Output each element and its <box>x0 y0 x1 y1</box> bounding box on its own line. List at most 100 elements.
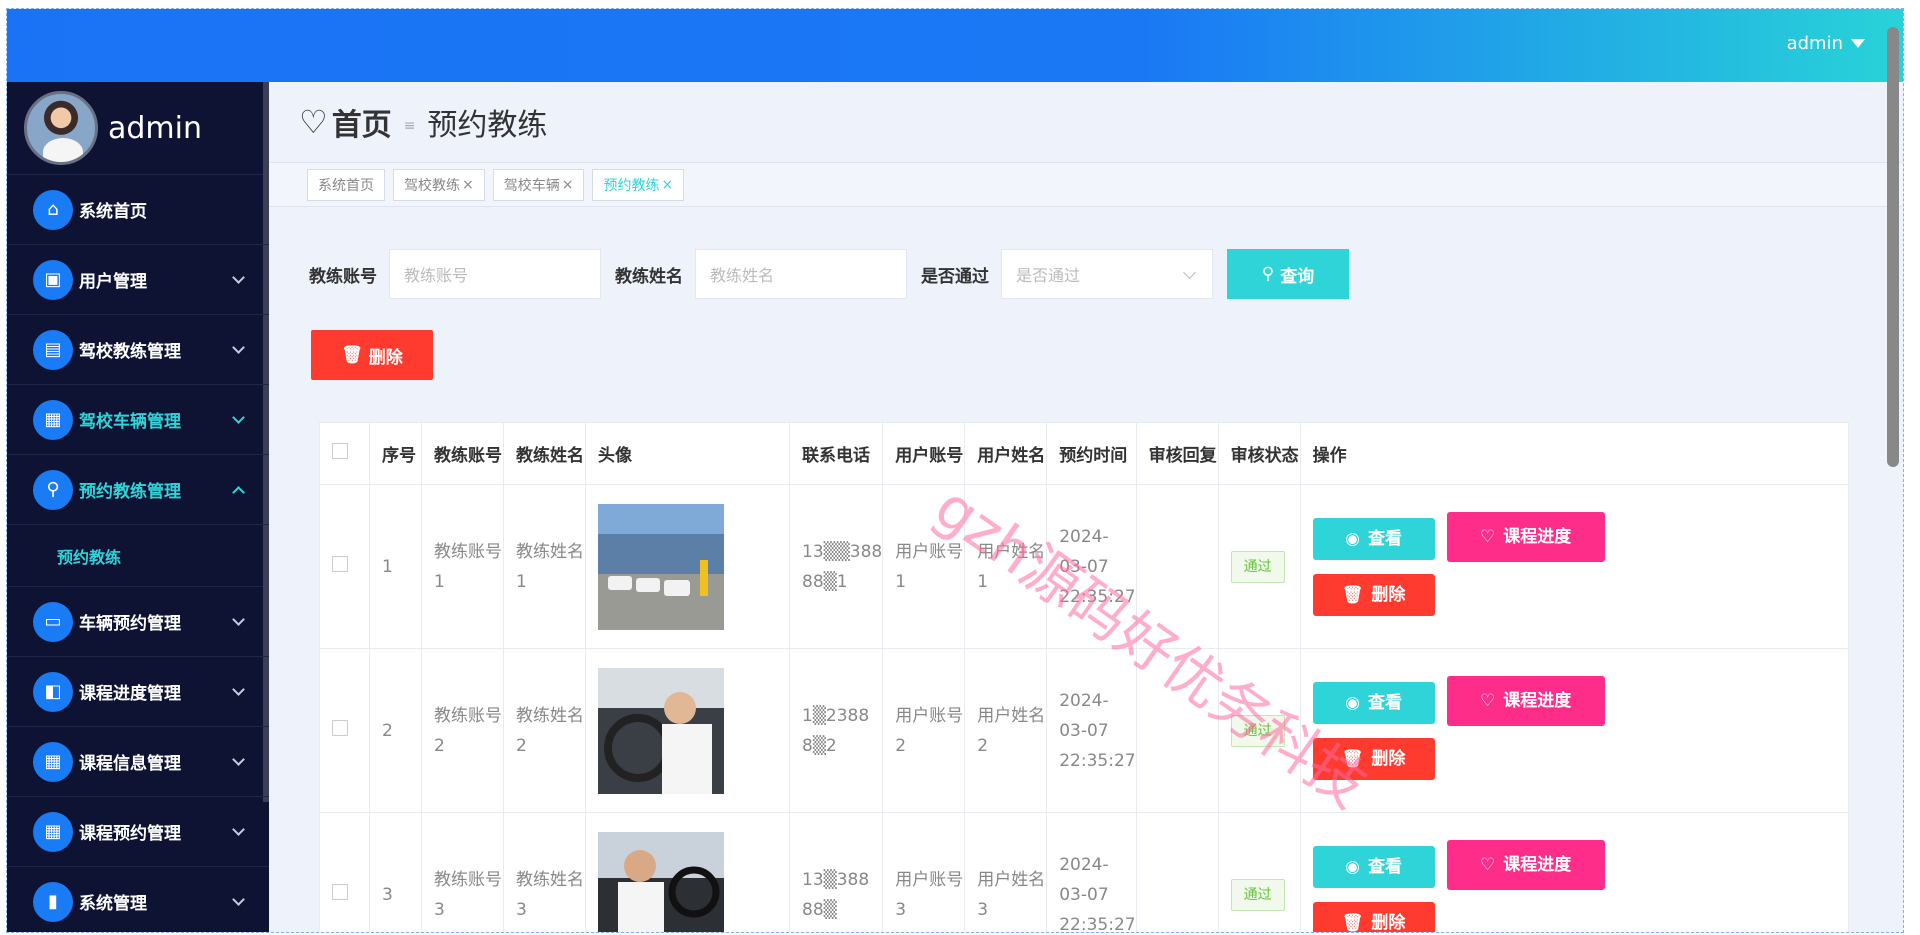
avatar <box>24 91 98 165</box>
status-badge: 通过 <box>1230 550 1285 583</box>
sidebar-item-system[interactable]: ▮ 系统管理 <box>7 867 269 932</box>
heart-icon: ♡ <box>1479 854 1496 875</box>
row-checkbox[interactable] <box>332 555 348 572</box>
page-scrollbar[interactable] <box>1887 27 1899 467</box>
col-header: 审核状态 <box>1217 422 1301 485</box>
course-progress-button[interactable]: ♡ 课程进度 <box>1446 839 1605 890</box>
cell-name: 教练姓名1 <box>503 484 586 649</box>
sidebar-item-course-info[interactable]: ▦ 课程信息管理 <box>7 727 269 797</box>
sidebar-item-vehicles[interactable]: ▦ 驾校车辆管理 <box>7 385 269 455</box>
tag-vehicles[interactable]: 驾校车辆 × <box>492 168 585 201</box>
tags-bar: 系统首页 驾校教练 × 驾校车辆 × 预约教练 × <box>269 162 1903 207</box>
clipboard-icon: ▤ <box>33 329 73 370</box>
user-menu-label: admin <box>1786 33 1843 54</box>
col-header: 操作 <box>1299 422 1850 485</box>
approved-select[interactable]: 是否通过 <box>1001 249 1213 299</box>
close-icon[interactable]: × <box>661 177 673 193</box>
grid-icon: ▦ <box>33 399 73 440</box>
row-checkbox[interactable] <box>332 883 348 900</box>
close-icon[interactable]: × <box>562 177 574 193</box>
sidebar-item-label: 驾校车辆管理 <box>79 412 181 432</box>
col-header: 教练账号 <box>421 422 504 485</box>
table-row: 2 教练账号2 教练姓名2 1▒2388 8▒2 用户账号2 用户姓名2 202… <box>319 648 1850 813</box>
grid-icon: ▦ <box>33 741 73 782</box>
wallet-icon: ◧ <box>33 671 73 712</box>
row-actions: ◉ 查看 ♡ 课程进度 🗑 删除 <box>1312 511 1613 616</box>
view-button[interactable]: ◉ 查看 <box>1312 517 1435 560</box>
sidebar: admin ⌂ 系统首页 ▣ 用户管理 ▤ 驾校教练管理 ▦ 驾校车辆管理 ⚲ … <box>7 82 269 932</box>
sidebar-item-home[interactable]: ⌂ 系统首页 <box>7 175 269 245</box>
user-stamp-icon: ⚲ <box>33 469 73 510</box>
coach-photo[interactable] <box>598 667 724 794</box>
coach-photo[interactable] <box>598 831 724 934</box>
col-header: 教练姓名 <box>503 422 586 485</box>
tag-coaches[interactable]: 驾校教练 × <box>393 168 485 201</box>
cell-reply <box>1135 484 1219 649</box>
select-all-checkbox[interactable] <box>332 443 348 459</box>
caret-down-icon <box>1851 39 1865 48</box>
sidebar-item-vehicle-booking[interactable]: ▭ 车辆预约管理 <box>7 587 269 657</box>
sidebar-item-label: 预约教练管理 <box>79 482 181 502</box>
view-button[interactable]: ◉ 查看 <box>1312 845 1435 888</box>
col-header: 联系电话 <box>788 422 884 485</box>
batch-delete-button[interactable]: 🗑 删除 <box>311 330 433 380</box>
course-progress-button[interactable]: ♡ 课程进度 <box>1446 675 1605 726</box>
sidebar-item-course-booking[interactable]: ▦ 课程预约管理 <box>7 797 269 867</box>
eye-icon: ◉ <box>1345 528 1361 549</box>
delete-button[interactable]: 🗑 删除 <box>1312 573 1435 616</box>
col-header: 序号 <box>369 422 422 485</box>
row-actions: ◉ 查看 ♡ 课程进度 🗑 删除 <box>1312 839 1613 933</box>
sidebar-item-label: 系统首页 <box>79 202 147 222</box>
cell-reply <box>1135 812 1219 932</box>
query-button[interactable]: ⚲ 查询 <box>1227 249 1349 299</box>
sidebar-item-coach-booking[interactable]: ⚲ 预约教练管理 <box>7 455 269 525</box>
coach-account-input[interactable]: 教练账号 <box>389 249 601 299</box>
cell-account: 教练账号1 <box>421 484 504 649</box>
coach-name-label: 教练姓名 <box>615 266 683 287</box>
coach-name-input[interactable]: 教练姓名 <box>695 249 907 299</box>
cell-account: 教练账号2 <box>421 648 504 813</box>
home-icon: ⌂ <box>33 189 73 230</box>
breadcrumb-home[interactable]: 首页 <box>332 100 392 144</box>
cell-user-account: 用户账号2 <box>882 648 966 813</box>
row-actions: ◉ 查看 ♡ 课程进度 🗑 删除 <box>1312 675 1613 780</box>
col-header: 用户账号 <box>882 422 966 485</box>
sidebar-item-course-progress[interactable]: ◧ 课程进度管理 <box>7 657 269 727</box>
chevron-down-icon <box>232 823 245 836</box>
close-icon[interactable]: × <box>462 177 474 193</box>
cell-name: 教练姓名2 <box>503 648 586 813</box>
sidebar-item-users[interactable]: ▣ 用户管理 <box>7 245 269 315</box>
cell-no: 2 <box>369 648 422 813</box>
tag-label: 驾校车辆 <box>503 177 560 194</box>
view-button[interactable]: ◉ 查看 <box>1312 681 1435 724</box>
sidebar-subitem-coach-booking[interactable]: 预约教练 <box>7 525 269 587</box>
progress-label: 课程进度 <box>1503 854 1572 875</box>
tag-home[interactable]: 系统首页 <box>307 168 385 201</box>
row-checkbox[interactable] <box>332 719 348 736</box>
monitor-icon: ▭ <box>33 601 73 642</box>
trash-icon: 🗑 <box>1341 748 1364 769</box>
delete-button[interactable]: 🗑 删除 <box>1312 901 1435 933</box>
coach-account-placeholder: 教练账号 <box>404 266 469 285</box>
query-button-label: 查询 <box>1280 266 1315 287</box>
breadcrumb: ♡ 首页 ≡ 预约教练 <box>269 82 1903 162</box>
sidebar-item-label: 驾校教练管理 <box>79 342 181 362</box>
status-badge: 通过 <box>1230 878 1285 911</box>
user-menu[interactable]: admin <box>1787 33 1865 54</box>
approved-placeholder: 是否通过 <box>1016 266 1081 285</box>
delete-label: 删除 <box>1371 912 1406 933</box>
top-header: admin <box>7 9 1903 82</box>
tag-coach-booking[interactable]: 预约教练 × <box>592 168 685 201</box>
main-content: ♡ 首页 ≡ 预约教练 系统首页 驾校教练 × 驾校车辆 × 预约教练 × 教练… <box>269 82 1903 932</box>
heart-icon: ♡ <box>299 103 328 141</box>
sidebar-item-coaches[interactable]: ▤ 驾校教练管理 <box>7 315 269 385</box>
delete-button[interactable]: 🗑 删除 <box>1312 737 1435 780</box>
search-icon: ⚲ <box>1261 264 1275 284</box>
chevron-down-icon <box>232 341 245 354</box>
coach-photo[interactable] <box>598 503 724 630</box>
view-label: 查看 <box>1368 856 1403 877</box>
cell-time: 2024-03-07 22:35:27 <box>1046 812 1137 932</box>
breadcrumb-current: 预约教练 <box>427 108 548 143</box>
course-progress-button[interactable]: ♡ 课程进度 <box>1446 511 1605 562</box>
col-header: 预约时间 <box>1046 422 1137 485</box>
